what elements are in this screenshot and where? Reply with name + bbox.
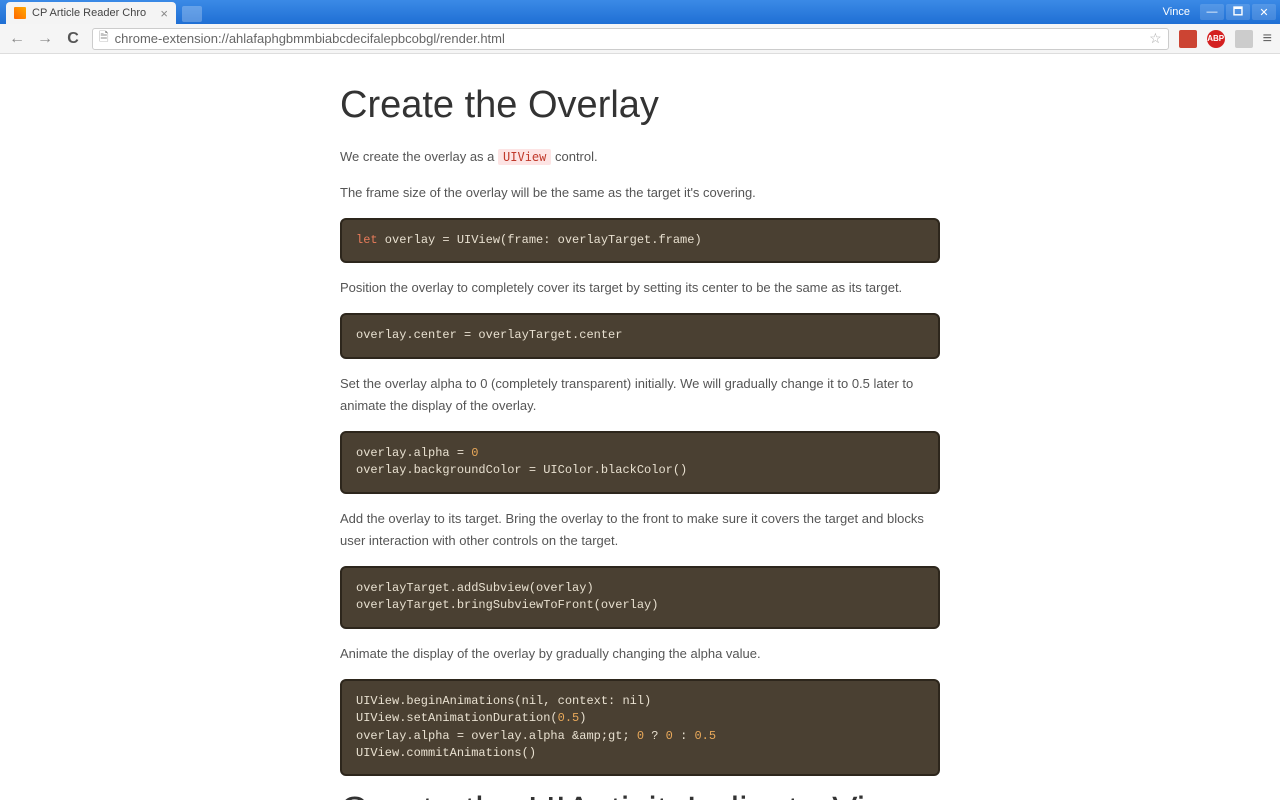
paragraph: Set the overlay alpha to 0 (completely t… xyxy=(340,373,940,417)
tab-strip: CP Article Reader Chro × xyxy=(6,0,202,24)
article-content: Create the Overlay We create the overlay… xyxy=(340,54,940,800)
window-titlebar: CP Article Reader Chro × Vince — 🗖 ✕ xyxy=(0,0,1280,24)
maximize-button[interactable]: 🗖 xyxy=(1226,4,1250,20)
page-icon: 🗎 xyxy=(99,28,109,49)
inline-code: UIView xyxy=(498,149,551,165)
paragraph: Add the overlay to its target. Bring the… xyxy=(340,508,940,552)
forward-button[interactable]: → xyxy=(36,30,54,48)
url-text: chrome-extension://ahlafaphgbmmbiabcdeci… xyxy=(115,31,1143,46)
heading-activity-indicator: Create the UIActivityIndicatorView xyxy=(340,790,940,800)
user-label[interactable]: Vince xyxy=(1163,6,1190,18)
browser-tab[interactable]: CP Article Reader Chro × xyxy=(6,2,176,24)
browser-toolbar: ← → C 🗎 chrome-extension://ahlafaphgbmmb… xyxy=(0,24,1280,54)
adblock-icon[interactable]: ABP xyxy=(1207,30,1225,48)
bookmark-star-icon[interactable]: ☆ xyxy=(1149,30,1162,47)
address-bar[interactable]: 🗎 chrome-extension://ahlafaphgbmmbiabcde… xyxy=(92,28,1169,50)
back-button[interactable]: ← xyxy=(8,30,26,48)
tab-close-icon[interactable]: × xyxy=(160,6,168,21)
reload-button[interactable]: C xyxy=(64,30,82,48)
heading-overlay: Create the Overlay xyxy=(340,84,940,128)
page-viewport[interactable]: Create the Overlay We create the overlay… xyxy=(0,54,1280,800)
tab-title: CP Article Reader Chro xyxy=(32,7,146,19)
code-block: overlay.center = overlayTarget.center xyxy=(340,313,940,358)
paragraph: We create the overlay as a UIView contro… xyxy=(340,146,940,168)
hamburger-menu-icon[interactable]: ≡ xyxy=(1263,30,1272,48)
extension-icon-2[interactable] xyxy=(1235,30,1253,48)
code-block: UIView.beginAnimations(nil, context: nil… xyxy=(340,679,940,777)
paragraph: Position the overlay to completely cover… xyxy=(340,277,940,299)
code-block: overlayTarget.addSubview(overlay) overla… xyxy=(340,566,940,629)
extension-icon-1[interactable] xyxy=(1179,30,1197,48)
code-block: overlay.alpha = 0 overlay.backgroundColo… xyxy=(340,431,940,494)
window-close-button[interactable]: ✕ xyxy=(1252,4,1276,20)
tab-favicon xyxy=(14,7,26,19)
new-tab-button[interactable] xyxy=(182,6,202,22)
paragraph: Animate the display of the overlay by gr… xyxy=(340,643,940,665)
code-block: let overlay = UIView(frame: overlayTarge… xyxy=(340,218,940,263)
paragraph: The frame size of the overlay will be th… xyxy=(340,182,940,204)
minimize-button[interactable]: — xyxy=(1200,4,1224,20)
